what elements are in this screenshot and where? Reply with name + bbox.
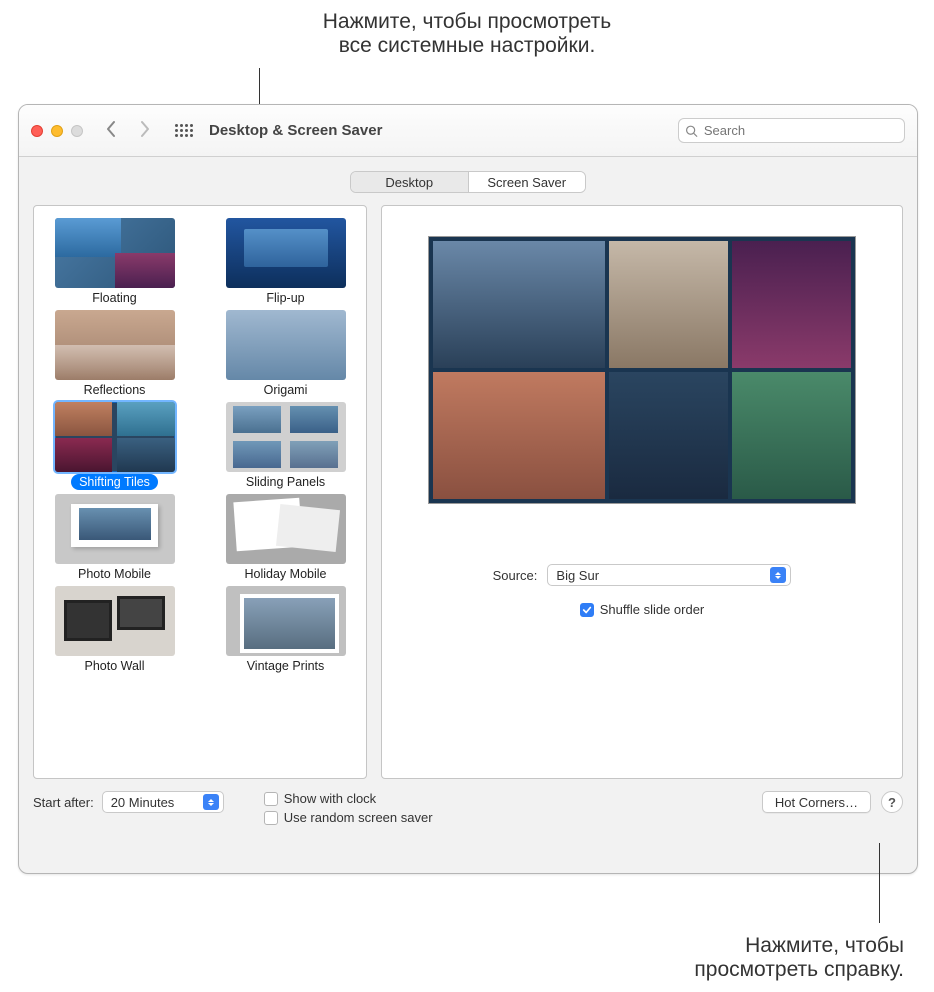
screensaver-label: Flip-up <box>258 290 312 306</box>
preview-tile <box>609 372 728 499</box>
show-all-preferences-button[interactable] <box>171 118 197 144</box>
screensaver-item-sliding-panels[interactable]: Sliding Panels <box>215 402 356 490</box>
shuffle-label: Shuffle slide order <box>600 602 705 617</box>
thumbnail <box>226 586 346 656</box>
screensaver-label: Shifting Tiles <box>71 474 158 490</box>
close-window-button[interactable] <box>31 125 43 137</box>
help-button[interactable]: ? <box>881 791 903 813</box>
tab-control: Desktop Screen Saver <box>350 171 586 193</box>
screensaver-item-origami[interactable]: Origami <box>215 310 356 398</box>
screensaver-item-flip-up[interactable]: Flip-up <box>215 218 356 306</box>
callout-top-line2: все системные настройки. <box>0 34 934 58</box>
screensaver-item-shifting-tiles[interactable]: Shifting Tiles <box>44 402 185 490</box>
grid-icon <box>175 124 193 137</box>
screensaver-item-vintage-prints[interactable]: Vintage Prints <box>215 586 356 674</box>
screensaver-label: Holiday Mobile <box>237 566 335 582</box>
screensaver-item-photo-wall[interactable]: Photo Wall <box>44 586 185 674</box>
start-after-dropdown[interactable]: 20 Minutes <box>102 791 224 813</box>
callout-bottom: Нажмите, чтобы просмотреть справку. <box>694 934 904 982</box>
search-field-wrap[interactable] <box>678 118 905 143</box>
minimize-window-button[interactable] <box>51 125 63 137</box>
random-saver-checkbox[interactable] <box>264 811 278 825</box>
screensaver-label: Photo Wall <box>77 658 153 674</box>
dropdown-caret-icon <box>770 567 786 583</box>
thumbnail <box>226 310 346 380</box>
window-title: Desktop & Screen Saver <box>209 122 382 139</box>
preview-tile <box>732 241 851 368</box>
screensaver-label: Vintage Prints <box>239 658 333 674</box>
callout-top: Нажмите, чтобы просмотреть все системные… <box>0 10 934 58</box>
forward-button[interactable] <box>137 120 153 141</box>
screensaver-label: Floating <box>84 290 144 306</box>
check-icon <box>582 605 592 615</box>
random-saver-row[interactable]: Use random screen saver <box>264 810 433 825</box>
search-icon <box>685 124 698 138</box>
thumbnail <box>226 494 346 564</box>
screensaver-item-holiday-mobile[interactable]: Holiday Mobile <box>215 494 356 582</box>
window-toolbar: Desktop & Screen Saver <box>19 105 917 157</box>
back-button[interactable] <box>103 120 119 141</box>
screensaver-item-floating[interactable]: Floating <box>44 218 185 306</box>
show-clock-checkbox[interactable] <box>264 792 278 806</box>
thumbnail <box>226 402 346 472</box>
preferences-window: Desktop & Screen Saver Desktop Screen Sa… <box>18 104 918 874</box>
source-value: Big Sur <box>556 568 599 583</box>
start-after-value: 20 Minutes <box>111 795 175 810</box>
tab-desktop[interactable]: Desktop <box>351 172 469 192</box>
window-controls <box>31 125 83 137</box>
callout-top-line1: Нажмите, чтобы просмотреть <box>0 10 934 34</box>
screensaver-preview[interactable] <box>428 236 856 504</box>
shuffle-checkbox[interactable] <box>580 603 594 617</box>
show-clock-label: Show with clock <box>284 791 376 806</box>
hot-corners-label: Hot Corners… <box>775 795 858 810</box>
preview-tile <box>433 372 605 499</box>
thumbnail <box>55 494 175 564</box>
search-input[interactable] <box>702 122 898 139</box>
screensaver-label: Reflections <box>76 382 154 398</box>
footer-row: Start after: 20 Minutes Show with clock … <box>33 791 903 825</box>
start-after-label: Start after: <box>33 795 94 810</box>
preview-tile <box>433 241 605 368</box>
random-saver-label: Use random screen saver <box>284 810 433 825</box>
thumbnail <box>55 310 175 380</box>
screensaver-label: Photo Mobile <box>70 566 159 582</box>
preview-tile <box>732 372 851 499</box>
screensaver-item-photo-mobile[interactable]: Photo Mobile <box>44 494 185 582</box>
window-body: Desktop Screen Saver Floating Flip-up <box>19 157 917 873</box>
thumbnail <box>55 218 175 288</box>
shuffle-checkbox-row[interactable]: Shuffle slide order <box>580 602 705 617</box>
thumbnail <box>55 402 175 472</box>
thumbnail <box>55 586 175 656</box>
help-icon: ? <box>888 795 896 810</box>
zoom-window-button-disabled <box>71 125 83 137</box>
source-dropdown[interactable]: Big Sur <box>547 564 791 586</box>
show-clock-row[interactable]: Show with clock <box>264 791 433 806</box>
callout-bottom-line1: Нажмите, чтобы <box>694 934 904 958</box>
screensaver-item-reflections[interactable]: Reflections <box>44 310 185 398</box>
hot-corners-button[interactable]: Hot Corners… <box>762 791 871 813</box>
callout-bottom-line2: просмотреть справку. <box>694 958 904 982</box>
preview-pane: Source: Big Sur Shuffle slide order <box>381 205 903 779</box>
callout-line-bottom <box>879 843 880 923</box>
dropdown-caret-icon <box>203 794 219 810</box>
screensaver-label: Origami <box>256 382 316 398</box>
screensaver-label: Sliding Panels <box>238 474 333 490</box>
thumbnail <box>226 218 346 288</box>
preview-tile <box>609 241 728 368</box>
nav-arrows <box>103 120 153 141</box>
tab-screen-saver[interactable]: Screen Saver <box>469 172 586 192</box>
screensaver-list[interactable]: Floating Flip-up Reflections Origami <box>33 205 367 779</box>
source-label: Source: <box>493 568 538 583</box>
